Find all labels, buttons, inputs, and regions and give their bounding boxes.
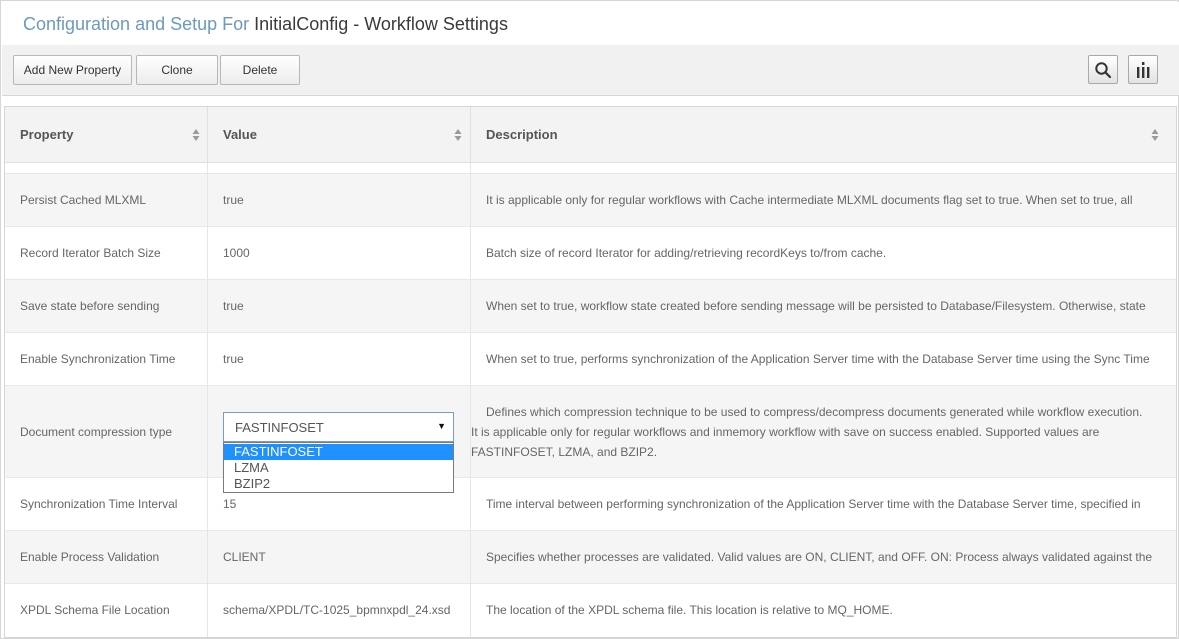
dropdown-option-fastinfoset[interactable]: FASTINFOSET [224,444,453,460]
compression-type-select[interactable]: FASTINFOSET ▼ [223,412,454,442]
property-value: 15 [223,497,237,511]
clone-button[interactable]: Clone [136,55,218,85]
column-divider [470,163,471,637]
column-header-label: Property [20,127,74,142]
property-description-line: FASTINFOSET, LZMA, and BZIP2. [471,445,658,459]
property-description-line: Defines which compression technique to b… [486,405,1143,419]
table-row[interactable]: XPDL Schema File Location schema/XPDL/TC… [5,584,1176,637]
property-description: Time interval between performing synchro… [486,497,1141,511]
search-icon [1095,61,1112,78]
table-row[interactable]: Synchronization Time Interval 15 Time in… [5,478,1176,531]
property-description: The location of the XPDL schema file. Th… [486,603,893,617]
sort-icon [1151,129,1159,141]
grid-header: Property Value Description [5,107,1176,163]
property-description: Batch size of record Iterator for adding… [486,246,887,260]
property-value: schema/XPDL/TC-1025_bpmnxpdl_24.xsd [223,603,451,617]
property-description: When set to true, performs synchronizati… [486,352,1150,366]
property-value: CLIENT [223,550,266,564]
page-title-prefix: Configuration and Setup For [23,14,250,34]
table-row[interactable]: Enable Process Validation CLIENT Specifi… [5,531,1176,584]
add-new-property-button[interactable]: Add New Property [13,55,132,85]
property-name: Document compression type [20,425,173,439]
property-name: Record Iterator Batch Size [20,246,161,260]
columns-icon [1137,61,1150,78]
table-row[interactable]: Record Iterator Batch Size 1000 Batch si… [5,227,1176,280]
select-current-value: FASTINFOSET [235,420,324,435]
sort-icon [454,129,462,141]
property-name: Persist Cached MLXML [20,193,147,207]
sort-icon [192,129,200,141]
property-value: true [223,193,244,207]
property-description: It is applicable only for regular workfl… [486,193,1133,207]
dropdown-option-lzma[interactable]: LZMA [224,460,453,476]
toolbar: Add New Property Clone Delete [2,45,1179,96]
column-header-description[interactable]: Description [471,107,1171,163]
search-button[interactable] [1088,55,1118,84]
delete-button[interactable]: Delete [220,55,300,85]
property-name: Synchronization Time Interval [20,497,178,511]
table-row[interactable]: Save state before sending true When set … [5,280,1176,333]
property-description-line: It is applicable only for regular workfl… [471,425,1100,439]
table-row [5,163,1176,174]
table-row[interactable]: Persist Cached MLXML true It is applicab… [5,174,1176,227]
property-name: Enable Synchronization Time [20,352,176,366]
page-title-context: InitialConfig - Workflow Settings [254,14,508,34]
property-value: 1000 [223,246,250,260]
property-description: Specifies whether processes are validate… [486,550,1153,564]
property-value: true [223,352,244,366]
column-header-property[interactable]: Property [5,107,206,163]
property-value: true [223,299,244,313]
dropdown-arrow-icon: ▼ [437,421,446,431]
property-name: Save state before sending [20,299,160,313]
title-bar: Configuration and Setup For InitialConfi… [2,2,1179,45]
property-description: When set to true, workflow state created… [486,299,1146,313]
table-row[interactable]: Enable Synchronization Time true When se… [5,333,1176,386]
column-header-value[interactable]: Value [208,107,470,163]
settings-window: Configuration and Setup For InitialConfi… [0,0,1179,639]
column-header-label: Value [223,127,257,142]
page-title: Configuration and Setup For InitialConfi… [23,14,508,35]
properties-grid: Property Value Description Persist Cache… [4,106,1177,638]
compression-type-dropdown: FASTINFOSET LZMA BZIP2 [223,442,454,493]
dropdown-option-bzip2[interactable]: BZIP2 [224,476,453,492]
property-name: Enable Process Validation [20,550,160,564]
columns-button[interactable] [1128,55,1158,84]
property-name: XPDL Schema File Location [20,603,170,617]
column-divider [207,163,208,637]
column-header-label: Description [486,127,558,142]
